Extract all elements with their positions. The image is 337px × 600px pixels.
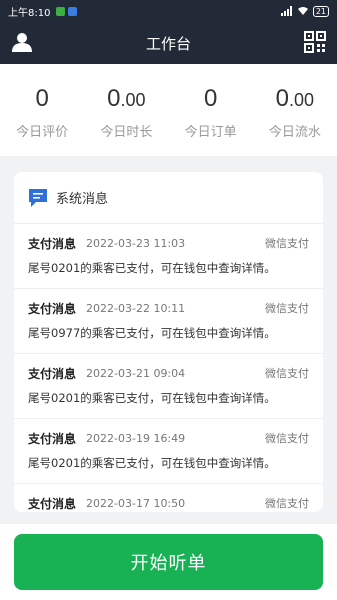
message-date: 2022-03-17 10:50 [86, 496, 186, 510]
qr-code-icon[interactable] [304, 31, 326, 57]
stat-label: 今日时长 [100, 125, 153, 140]
today-stats: 0 今日评价 0.00 今日时长 0 今日订单 0.00 今日流水 [0, 64, 337, 156]
card-title: 系统消息 [56, 192, 109, 207]
message-kind: 支付消息 [28, 236, 77, 251]
status-time: 上午8:10 [8, 7, 51, 19]
signal-icon [280, 6, 292, 16]
card-header: 系统消息 [14, 172, 323, 224]
list-item[interactable]: 支付消息 2022-03-23 11:03 微信支付 尾号0201的乘客已支付，… [14, 224, 323, 289]
message-channel: 微信支付 [265, 367, 309, 380]
battery-icon: 21 [312, 5, 329, 17]
message-kind: 支付消息 [28, 431, 77, 446]
stat-revenue[interactable]: 0.00 今日流水 [253, 64, 337, 156]
stat-label: 今日评价 [16, 125, 69, 140]
wifi-icon [297, 7, 308, 15]
stat-value: 0 [35, 85, 49, 112]
message-kind: 支付消息 [28, 366, 77, 381]
message-icon [29, 188, 47, 207]
page-title: 工作台 [145, 34, 191, 53]
message-channel: 微信支付 [265, 497, 309, 510]
stat-value: 0.00 [275, 85, 315, 112]
app-notification-icon [56, 6, 66, 16]
message-channel: 微信支付 [265, 302, 309, 315]
message-text: 尾号0201的乘客已支付，可在钱包中查询详情。 [28, 456, 276, 470]
status-bar: 上午8:10 21 [0, 0, 337, 22]
user-icon[interactable] [12, 32, 32, 56]
list-item[interactable]: 支付消息 2022-03-22 10:11 微信支付 尾号0977的乘客已支付，… [14, 289, 323, 354]
stat-value: 0 [203, 85, 218, 112]
app-header: 工作台 [0, 22, 337, 64]
start-accepting-orders-button[interactable]: 开始听单 [14, 534, 323, 590]
message-channel: 微信支付 [265, 432, 309, 445]
message-text: 尾号0977的乘客已支付，可在钱包中查询详情。 [28, 326, 276, 340]
list-item[interactable]: 支付消息 2022-03-19 16:49 微信支付 尾号0201的乘客已支付，… [14, 419, 323, 484]
stat-label: 今日订单 [184, 125, 237, 140]
message-date: 2022-03-19 16:49 [86, 431, 186, 445]
list-item[interactable]: 支付消息 2022-03-17 10:50 微信支付 [14, 484, 323, 512]
message-kind: 支付消息 [28, 496, 77, 511]
shield-notification-icon [68, 6, 78, 16]
stat-rating[interactable]: 0 今日评价 [0, 64, 84, 156]
stat-value: 0.00 [107, 85, 146, 112]
stat-label: 今日流水 [268, 125, 321, 140]
message-channel: 微信支付 [265, 237, 309, 250]
message-kind: 支付消息 [28, 301, 77, 316]
message-date: 2022-03-22 10:11 [86, 301, 186, 315]
stat-duration[interactable]: 0.00 今日时长 [84, 64, 168, 156]
system-messages-card: 系统消息 支付消息 2022-03-23 11:03 微信支付 尾号0201的乘… [14, 172, 323, 512]
message-date: 2022-03-21 09:04 [86, 366, 186, 380]
message-date: 2022-03-23 11:03 [86, 236, 186, 250]
message-text: 尾号0201的乘客已支付，可在钱包中查询详情。 [28, 261, 276, 275]
bottom-bar: 开始听单 [0, 524, 337, 600]
stat-orders[interactable]: 0 今日订单 [169, 64, 253, 156]
list-item[interactable]: 支付消息 2022-03-21 09:04 微信支付 尾号0201的乘客已支付，… [14, 354, 323, 419]
message-text: 尾号0201的乘客已支付，可在钱包中查询详情。 [28, 391, 276, 405]
